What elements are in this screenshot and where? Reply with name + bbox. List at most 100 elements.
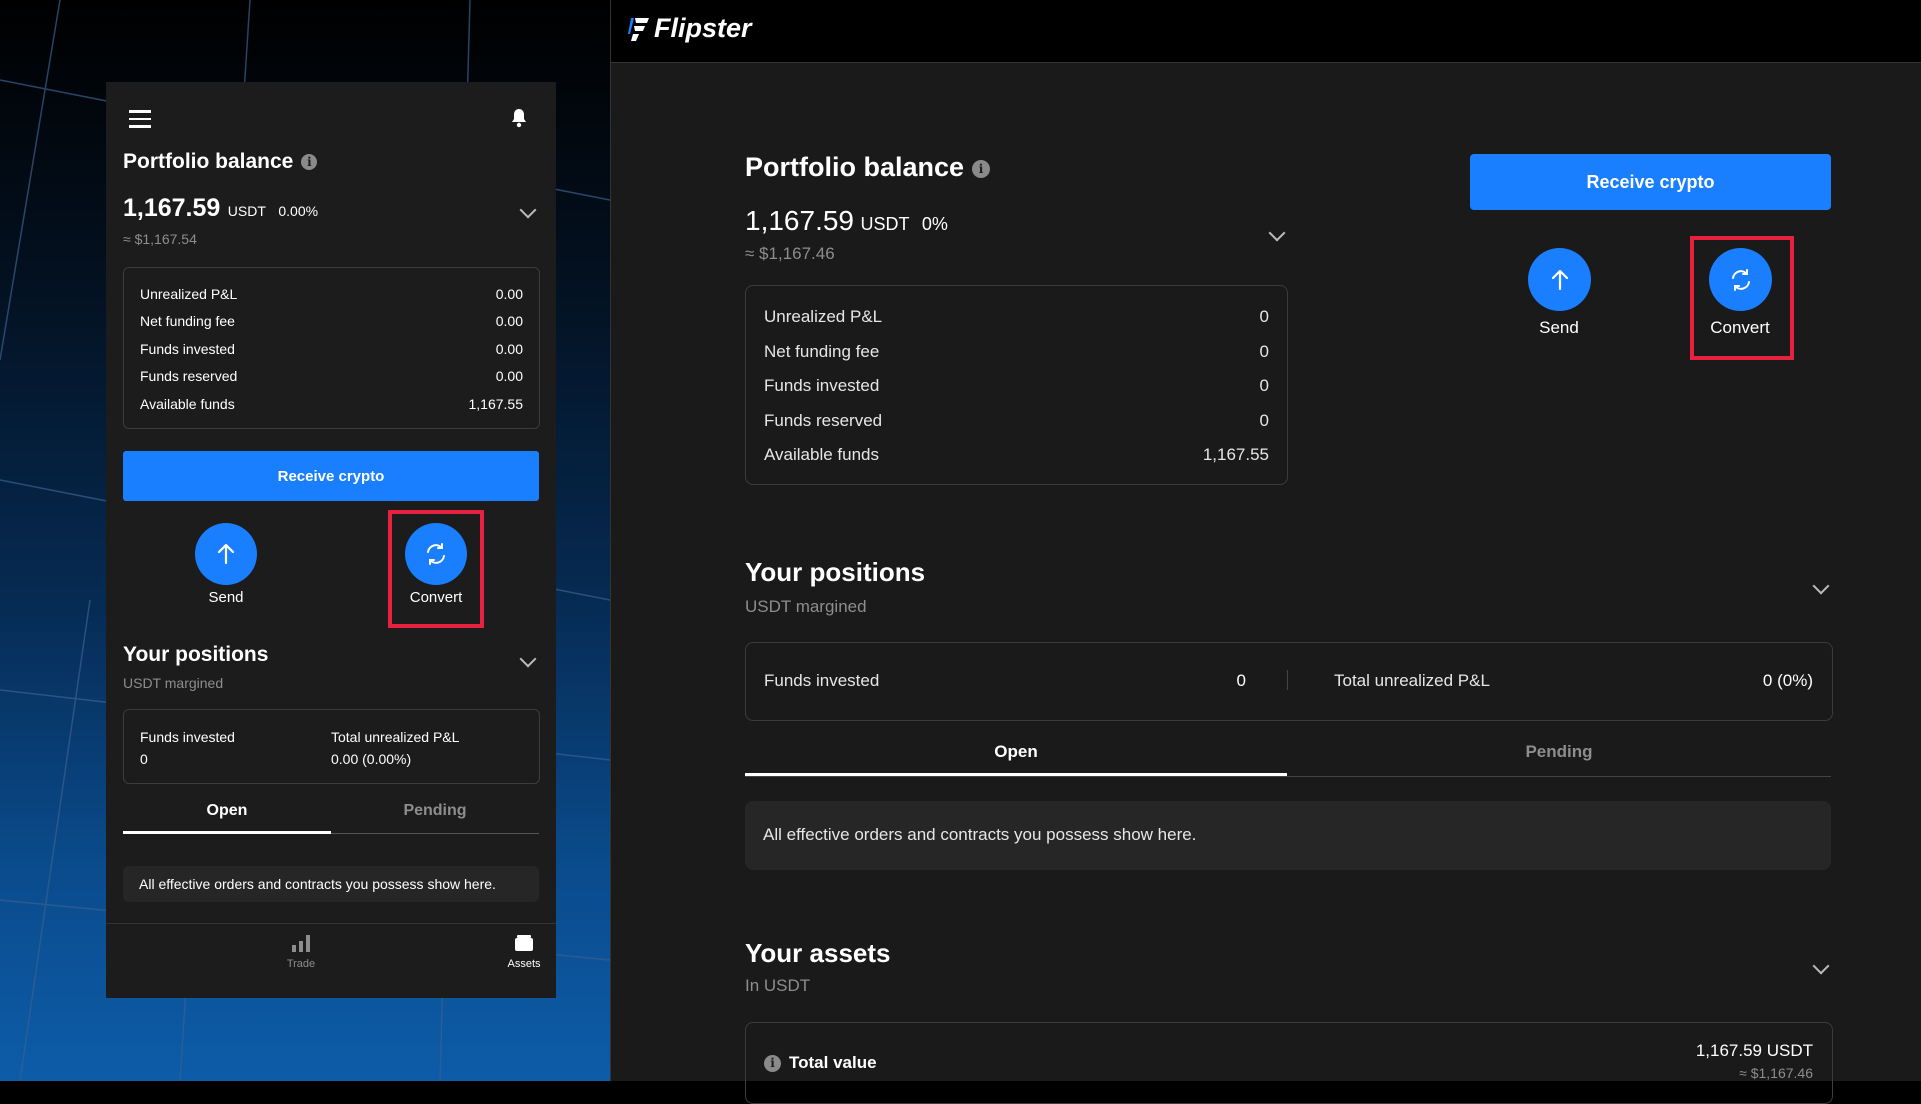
breakdown-label: Funds reserved [140,368,238,385]
breakdown-value: 0.00 [495,285,523,302]
positions-summary-card: Funds invested 0 Total unrealized P&L 0.… [123,709,540,784]
breakdown-value: 0 [1259,410,1269,430]
funds-invested-value: 0 [140,751,148,767]
wallet-icon [515,935,533,951]
assets-title: Your assets [745,938,891,968]
breakdown-value: 0.00 [495,313,523,330]
highlight-box [1690,236,1794,360]
funds-invested-label: Funds invested [764,671,880,690]
balance-breakdown-card: Unrealized P&L 0 Net funding fee 0 Funds inv… [745,285,1288,485]
empty-state-text: All effective orders and contracts you p… [139,876,496,892]
empty-state-text: All effective orders and contracts you p… [763,825,1197,844]
send-label: Send [208,589,244,606]
bell-icon[interactable] [510,108,528,133]
receive-crypto-button[interactable]: Receive crypto [1470,154,1831,210]
positions-subtitle: USDT margined [123,675,224,691]
breakdown-label: Net funding fee [140,313,235,330]
chevron-down-icon[interactable] [1812,577,1830,595]
breakdown-row: Net funding fee 0.00 [140,308,523,336]
breakdown-value: 0.00 [495,340,523,357]
balance-fiat: ≈ $1,167.54 [123,231,197,247]
positions-title: Your positions [123,643,269,666]
brand-name: Flipster [654,13,752,43]
empty-state-box: All effective orders and contracts you p… [745,801,1831,870]
empty-state-box: All effective orders and contracts you p… [123,866,539,902]
breakdown-value: 0 [1259,307,1269,327]
breakdown-label: Net funding fee [764,341,880,361]
breakdown-label: Available funds [764,445,879,465]
balance-currency: USDT [227,203,266,219]
total-pnl-value: 0 (0%) [1762,671,1813,690]
total-pnl-label: Total unrealized P&L [331,729,460,745]
receive-crypto-button[interactable]: Receive crypto [123,451,539,501]
info-icon[interactable]: i [301,154,318,171]
tab-pending[interactable]: Pending [331,802,539,820]
info-icon[interactable]: i [972,159,991,178]
info-icon[interactable]: i [764,1055,781,1073]
chart-bars-icon [292,935,310,952]
tab-divider [745,776,1831,777]
breakdown-label: Unrealized P&L [140,285,238,302]
chevron-down-icon[interactable] [519,201,537,219]
tab-open[interactable]: Open [745,742,1287,762]
balance-amount: 1,167.59 [745,205,854,236]
balance-amount: 1,167.59 [123,194,221,222]
tab-pending[interactable]: Pending [1287,742,1831,762]
funds-invested-value: 0 [1236,671,1246,690]
total-value-amount: 1,167.59 USDT [1695,1041,1813,1060]
total-pnl-label: Total unrealized P&L [1334,671,1490,690]
breakdown-row: Funds reserved 0.00 [140,363,523,391]
bottom-nav-divider [106,923,556,924]
breakdown-value: 0 [1259,341,1269,361]
breakdown-row: Funds invested 0.00 [140,335,523,363]
positions-title: Your positions [745,557,926,587]
breakdown-label: Unrealized P&L [764,307,883,327]
breakdown-row: Net funding fee 0 [764,335,1269,370]
portfolio-title-text: Portfolio balance [123,150,294,173]
breakdown-row: Available funds 1,167.55 [140,390,523,418]
chevron-down-icon[interactable] [1268,224,1286,242]
portfolio-title-text: Portfolio balance [745,152,965,182]
breakdown-row: Funds invested 0 [764,369,1269,404]
summary-divider [1287,670,1288,690]
highlight-box [388,510,484,628]
mobile-app-panel: Portfolio balance i 1,167.59 USDT 0.00% ≈… [106,82,556,998]
balance-line: 1,167.59 USDT 0% [745,205,948,237]
balance-breakdown-card: Unrealized P&L 0.00 Net funding fee 0.00 Fun… [123,267,540,429]
positions-summary-card: Funds invested 0 Total unrealized P&L 0 … [745,642,1833,721]
breakdown-value: 1,167.55 [1202,445,1269,465]
total-value-card: i Total value 1,167.59 USDT ≈ $1,167.46 [745,1022,1833,1104]
nav-trade-label: Trade [286,958,316,970]
tab-open[interactable]: Open [123,802,331,820]
chevron-down-icon[interactable] [519,650,537,668]
send-button[interactable] [195,523,257,585]
balance-change: 0% [921,214,948,234]
send-button[interactable] [1528,248,1591,311]
tab-active-indicator [123,831,331,834]
portfolio-title: Portfolio balance i [123,150,318,174]
nav-assets[interactable]: Assets [494,933,554,970]
balance-line: 1,167.59 USDT 0.00% [123,194,318,223]
funds-invested-label: Funds invested [140,729,235,745]
assets-subtitle: In USDT [745,976,811,995]
breakdown-label: Funds invested [140,340,235,357]
balance-currency: USDT [860,214,910,234]
nav-trade[interactable]: Trade [271,933,331,970]
breakdown-value: 0.00 [495,368,523,385]
top-header: Flipster [611,0,1921,63]
total-value-fiat: ≈ $1,167.46 [1739,1065,1813,1081]
chevron-down-icon[interactable] [1812,957,1830,975]
tab-active-indicator [745,773,1287,776]
arrow-up-icon [1551,269,1568,290]
positions-subtitle: USDT margined [745,597,867,616]
total-pnl-value: 0.00 (0.00%) [331,751,412,767]
total-value-label: Total value [789,1053,877,1072]
breakdown-label: Funds reserved [764,410,883,430]
desktop-app-panel: Flipster Portfolio balance i 1,167.59 USD… [610,0,1921,1104]
breakdown-row: Funds reserved 0 [764,404,1269,439]
brand-logo[interactable]: Flipster [628,13,752,44]
breakdown-row: Available funds 1,167.55 [764,438,1269,473]
breakdown-value: 0 [1259,376,1269,396]
hamburger-icon[interactable] [129,110,151,128]
arrow-up-icon [217,543,235,565]
